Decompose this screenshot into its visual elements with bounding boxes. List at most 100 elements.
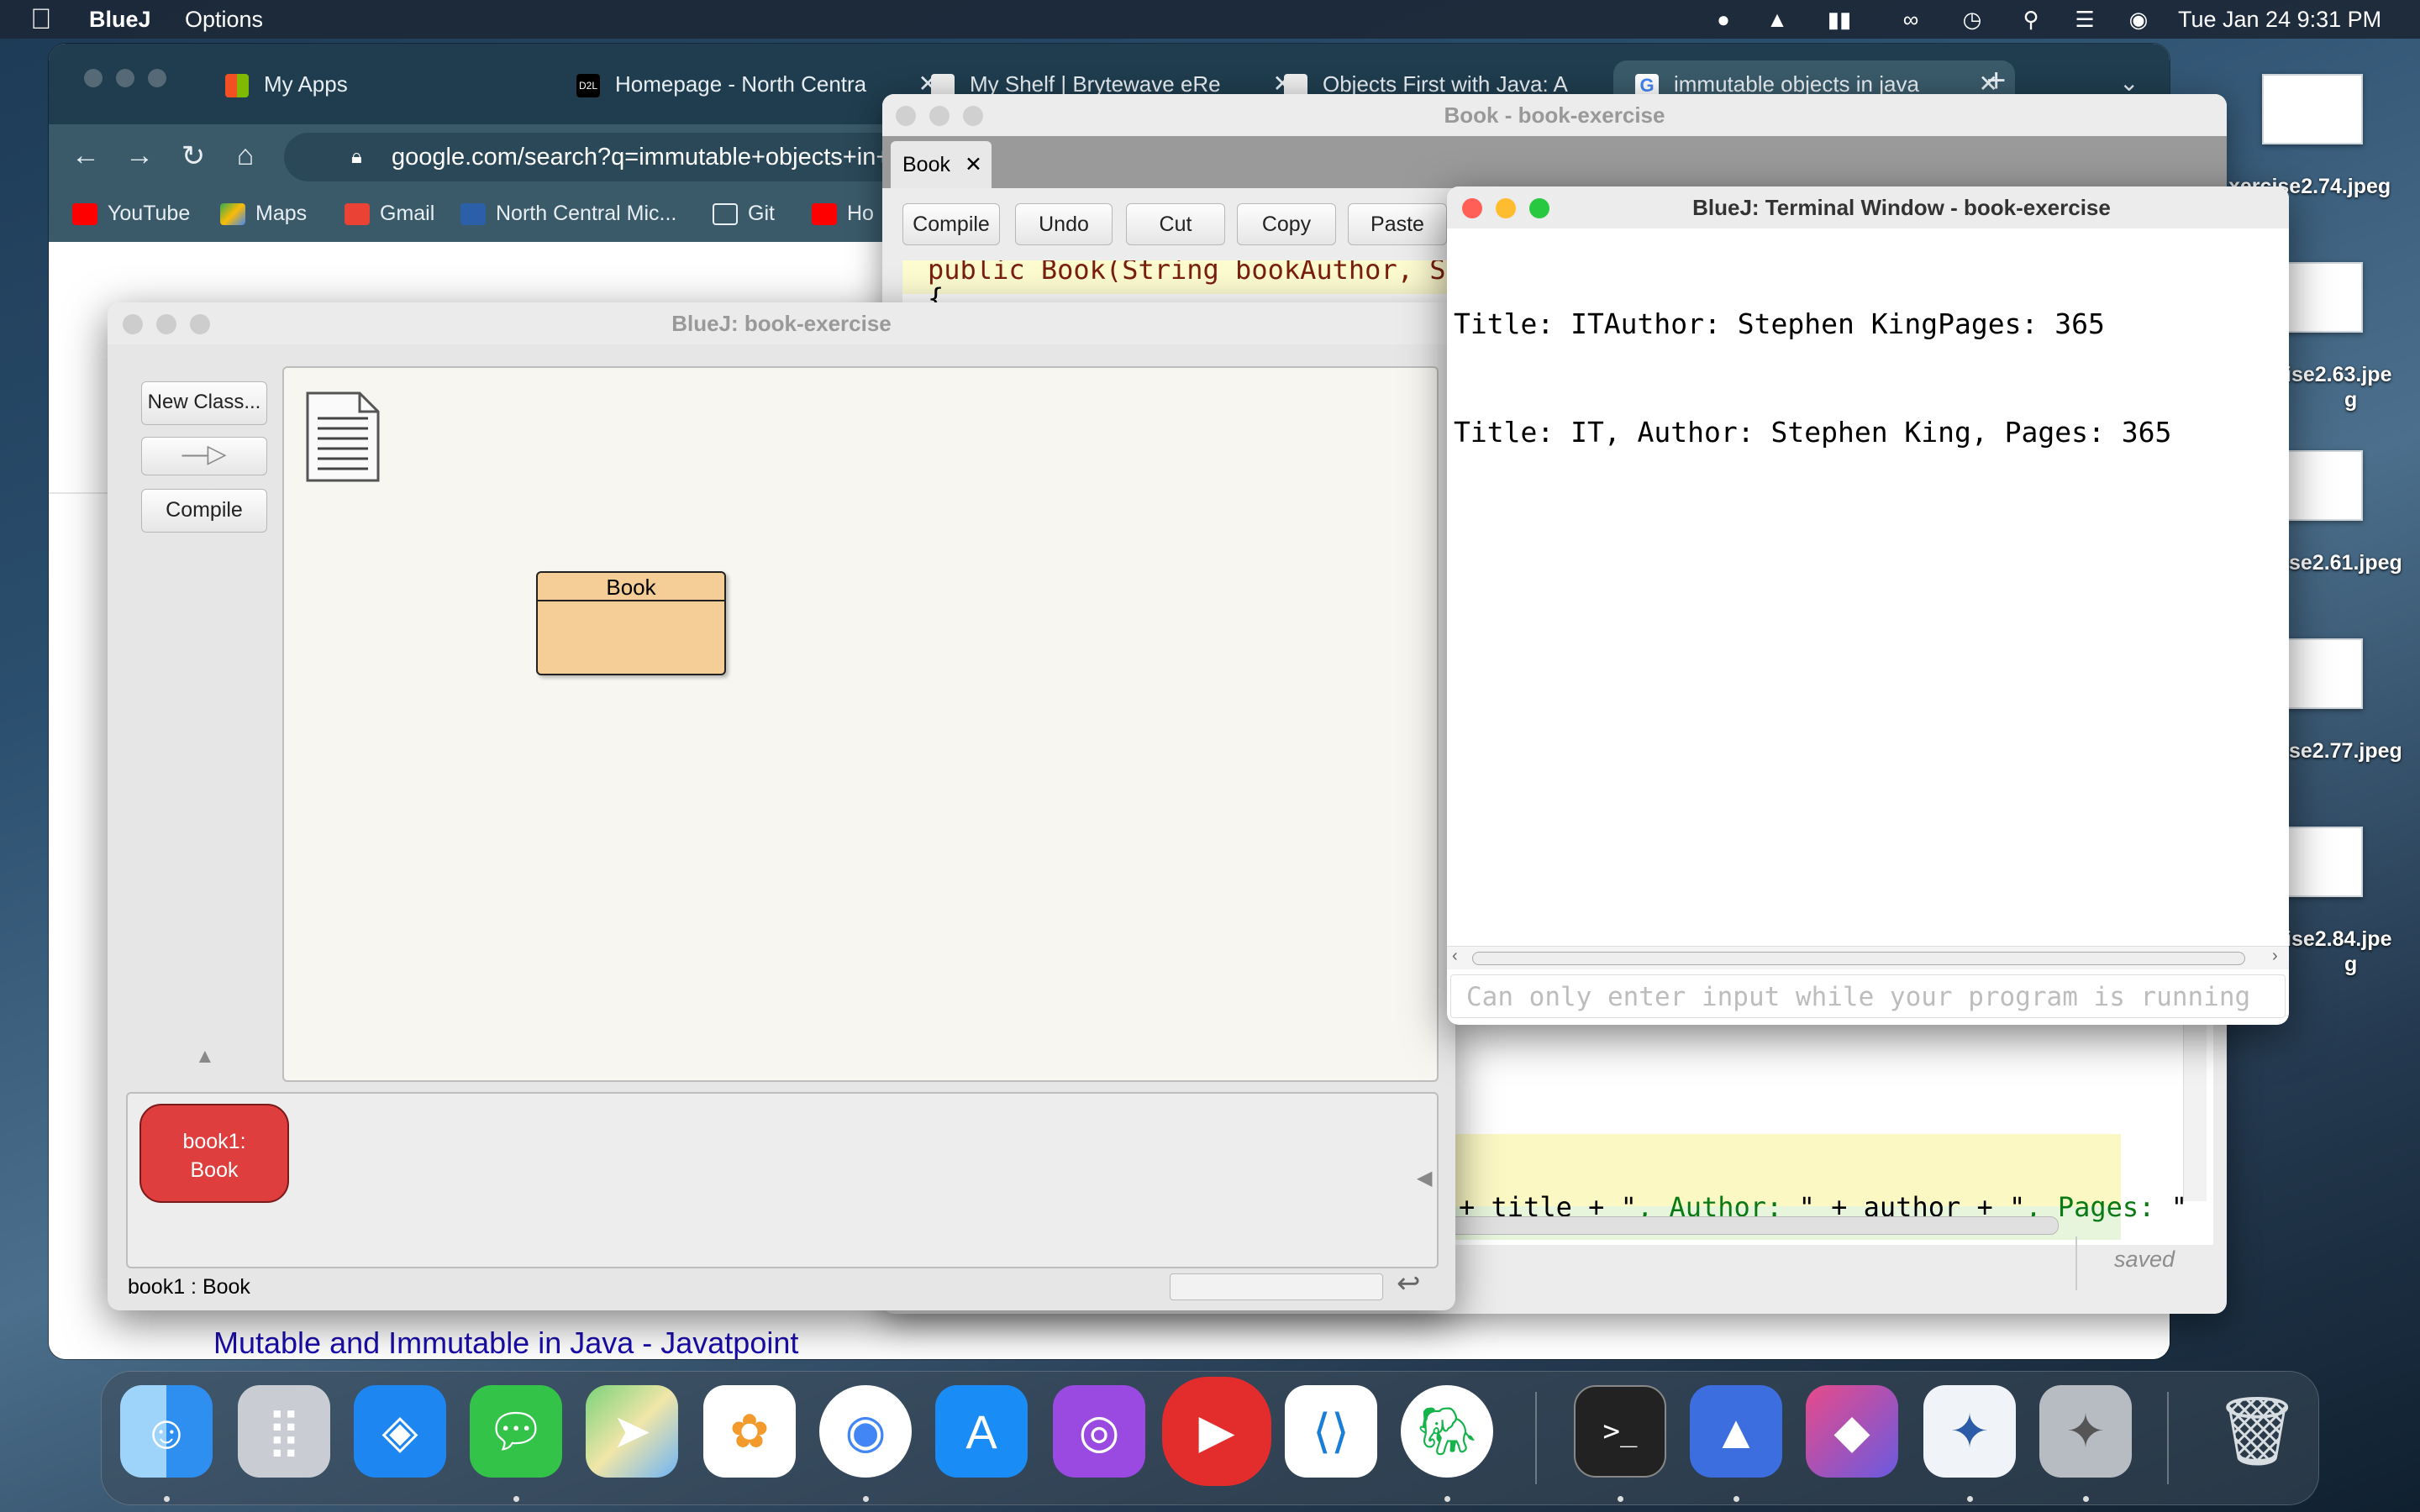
running-indicator (1967, 1496, 1973, 1502)
evernote-status-icon[interactable]: ● (1711, 8, 1736, 31)
bookmark-north-central[interactable]: North Central Mic... (460, 202, 676, 226)
output-line: Title: IT, Author: Stephen King, Pages: … (1454, 416, 2172, 449)
close-window-button[interactable] (84, 69, 103, 87)
terminal-title: BlueJ: Terminal Window - book-exercise (1447, 186, 2289, 228)
desktop-file-label[interactable]: se2.77.jpeg (2289, 739, 2402, 764)
home-icon[interactable]: ⌂ (229, 139, 262, 172)
desktop-file-thumbnail[interactable] (2262, 74, 2363, 144)
chrome-icon[interactable]: ◉ (819, 1385, 912, 1478)
undo-button[interactable]: Undo (1015, 203, 1113, 245)
class-diagram-canvas[interactable]: Book (282, 366, 1439, 1082)
desktop-file-label[interactable]: g (2344, 388, 2357, 412)
close-window-button[interactable] (1462, 198, 1482, 218)
bookmark-git[interactable]: Git (713, 202, 775, 226)
link-icon[interactable]: ∞ (1894, 8, 1928, 31)
minimize-window-button[interactable] (156, 314, 176, 334)
object-book1[interactable]: book1: Book (139, 1104, 289, 1203)
bookmark-label: YouTube (108, 202, 191, 225)
launchpad-icon[interactable]: ⣿ (238, 1385, 330, 1478)
bluej-gray-icon[interactable]: ✦ (2039, 1385, 2132, 1478)
minimize-window-button[interactable] (929, 106, 950, 126)
evernote-icon[interactable]: 🐘︎ (1401, 1385, 1493, 1478)
trash-icon[interactable]: 🗑︎ (2211, 1385, 2303, 1478)
tab-book[interactable]: Book ✕ (891, 141, 992, 188)
compile-button[interactable]: Compile (902, 203, 1000, 245)
scroll-left-icon[interactable]: ‹ (1452, 947, 1458, 966)
horizontal-scrollbar[interactable] (1437, 1216, 2059, 1235)
youtube-icon (72, 203, 97, 226)
app-menu[interactable]: BlueJ (89, 7, 151, 33)
nordvpn-icon[interactable]: ▲ (1690, 1385, 1782, 1478)
collapse-triangle-icon[interactable]: ▲ (195, 1045, 215, 1068)
desktop-file-label[interactable]: ise2.84.jpe (2286, 927, 2391, 952)
options-menu[interactable]: Options (185, 7, 263, 33)
inheritance-arrow-button[interactable]: —▷ (141, 437, 267, 475)
clock[interactable]: Tue Jan 24 9:31 PM (2178, 7, 2381, 33)
tab-my-apps[interactable]: My Apps ✕ (225, 60, 595, 108)
scroll-left-triangle-icon[interactable]: ◀ (1417, 1166, 1432, 1190)
terminal-icon[interactable]: >_ (1574, 1385, 1666, 1478)
reload-icon[interactable]: ↻ (176, 139, 210, 173)
lock-icon: 🔒︎ (351, 145, 362, 168)
bookmark-ho[interactable]: Ho (812, 202, 874, 226)
desktop-file-label[interactable]: ise2.63.jpe (2286, 363, 2391, 387)
horizontal-scrollbar[interactable]: ‹ › (1447, 946, 2289, 969)
zoom-window-button[interactable] (1529, 198, 1549, 218)
minimize-window-button[interactable] (1496, 198, 1516, 218)
forward-icon[interactable]: → (123, 139, 156, 172)
class-box-book[interactable]: Book (536, 571, 726, 675)
close-window-button[interactable] (896, 106, 916, 126)
time-machine-icon[interactable]: ◷ (1960, 8, 1985, 31)
safari-icon[interactable]: ◈ (354, 1385, 446, 1478)
terminal-output[interactable]: Title: ITAuthor: Stephen KingPages: 365 … (1447, 234, 2289, 712)
photos-icon[interactable]: ✿ (703, 1385, 796, 1478)
control-center-icon[interactable]: ☰ (2072, 8, 2097, 31)
zoom-window-button[interactable] (148, 69, 166, 87)
menu-bar:  BlueJ Options ● ▲ ▮▮ ∞ ◷ ⚲ ☰ ◉ Tue Jan… (0, 0, 2420, 39)
bookmark-gmail[interactable]: Gmail (345, 202, 434, 226)
editor-title: Book - book-exercise (882, 94, 2227, 136)
maps-icon[interactable]: ➤ (586, 1385, 678, 1478)
bookmark-maps[interactable]: Maps (220, 202, 307, 226)
shortcuts-icon[interactable]: ◆ (1806, 1385, 1898, 1478)
status-bar-text: book1 : Book (128, 1275, 250, 1299)
desktop-file-label[interactable]: se2.61.jpeg (2289, 551, 2402, 575)
desktop-file-label[interactable]: g (2344, 953, 2357, 977)
search-icon[interactable]: ⚲ (2018, 8, 2044, 31)
cut-button[interactable]: Cut (1126, 203, 1225, 245)
editor-tab-bar: Book ✕ (882, 136, 2227, 188)
object-label: Book (190, 1158, 239, 1182)
back-icon[interactable]: ← (69, 139, 103, 172)
minimize-window-button[interactable] (116, 69, 134, 87)
zoom-window-button[interactable] (190, 314, 210, 334)
siri-icon[interactable]: ◉ (2126, 8, 2151, 31)
new-class-button[interactable]: New Class... (141, 381, 267, 425)
readme-document-icon[interactable] (306, 391, 381, 484)
battery-icon[interactable]: ▮▮ (1818, 8, 1860, 31)
copy-button[interactable]: Copy (1237, 203, 1336, 245)
paste-button[interactable]: Paste (1348, 203, 1447, 245)
scroll-right-icon[interactable]: › (2272, 947, 2278, 966)
bluej-title: BlueJ: book-exercise (108, 302, 1455, 344)
search-result-link[interactable]: Mutable and Immutable in Java - Javatpoi… (213, 1326, 798, 1359)
nordvpn-status-icon[interactable]: ▲ (1765, 8, 1790, 31)
zoom-window-button[interactable] (963, 106, 983, 126)
vscode-icon[interactable]: ⟨⟩ (1285, 1385, 1377, 1478)
messages-icon[interactable]: 💬︎ (470, 1385, 562, 1478)
bookmark-youtube[interactable]: YouTube (72, 202, 190, 226)
terminal-input[interactable]: Can only enter input while your program … (1450, 974, 2286, 1018)
return-arrow-icon[interactable]: ↩ (1397, 1267, 1421, 1300)
bluej-icon[interactable]: ✦ (1923, 1385, 2016, 1478)
scroll-thumb[interactable] (1472, 952, 2245, 965)
finder-icon[interactable]: ☺ (120, 1385, 213, 1478)
compile-button[interactable]: Compile (141, 489, 267, 533)
app-store-icon[interactable]: A (935, 1385, 1028, 1478)
bookmark-label: Git (748, 202, 775, 225)
youtube-icon[interactable]: ▶ (1162, 1377, 1271, 1486)
tab-search-chevron-icon[interactable]: ⌄ (2119, 69, 2139, 97)
terminal-window: BlueJ: Terminal Window - book-exercise T… (1447, 186, 2289, 1025)
apple-menu-icon[interactable]:  (30, 3, 52, 36)
close-window-button[interactable] (123, 314, 143, 334)
close-tab-icon[interactable]: ✕ (965, 141, 982, 188)
podcasts-icon[interactable]: ◎ (1053, 1385, 1145, 1478)
